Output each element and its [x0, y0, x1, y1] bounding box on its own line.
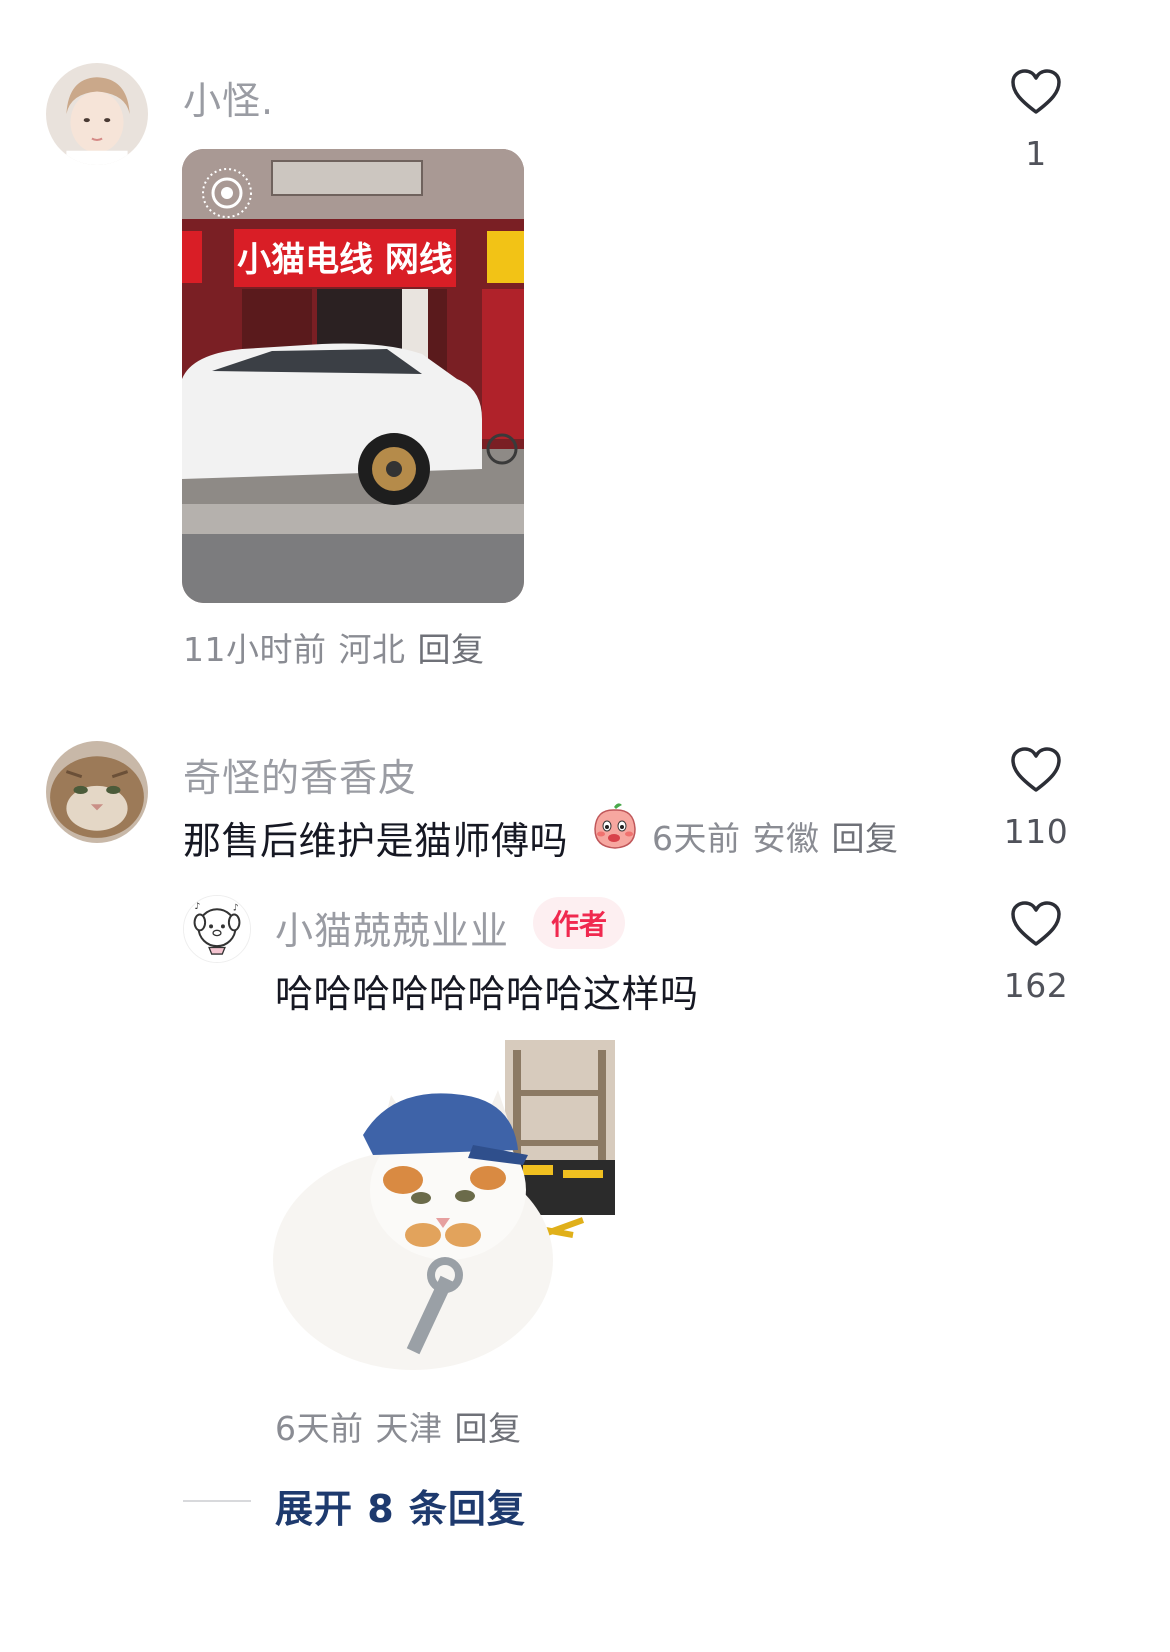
- reply-button[interactable]: 回复: [455, 1409, 522, 1448]
- comment-location: 安徽: [752, 819, 820, 858]
- like-count: 162: [1003, 966, 1069, 1005]
- reply-button[interactable]: 回复: [418, 630, 485, 669]
- reply-button[interactable]: 回复: [832, 819, 899, 858]
- expand-divider: [183, 1500, 251, 1502]
- reply-meta: 6天前 天津 回复: [275, 1402, 534, 1450]
- comment-location: 河北: [338, 630, 406, 669]
- reply-sticker-image[interactable]: [273, 1040, 615, 1385]
- heart-icon[interactable]: [981, 900, 1091, 948]
- reply-location: 天津: [375, 1409, 443, 1448]
- avatar-user-1[interactable]: [46, 63, 148, 165]
- svg-text:♪: ♪: [195, 901, 201, 912]
- comment-body: 那售后维护是猫师傅吗: [183, 819, 569, 863]
- username[interactable]: 小猫兢兢业业: [275, 900, 509, 955]
- like-count: 1: [1025, 134, 1047, 173]
- svg-text:♪: ♪: [233, 903, 239, 914]
- like-count: 110: [1003, 812, 1069, 851]
- author-badge: 作者: [533, 897, 626, 949]
- blushing-peach-emoji: [592, 801, 638, 851]
- comment-text: 那售后维护是猫师傅吗: [183, 810, 568, 865]
- comment-time: 11小时前: [183, 630, 327, 669]
- comment-time: 6天前: [652, 819, 741, 858]
- like-button[interactable]: 1: [981, 68, 1091, 173]
- avatar-user-2[interactable]: [46, 741, 148, 843]
- expand-replies-button[interactable]: 展开 8 条回复: [275, 1478, 526, 1533]
- comment-photo[interactable]: 小猫电线 网线: [182, 149, 524, 603]
- username[interactable]: 小怪.: [183, 70, 274, 125]
- shop-sign-text: 小猫电线 网线: [237, 240, 453, 280]
- like-button[interactable]: 162: [981, 900, 1091, 1005]
- reply-time: 6天前: [275, 1409, 364, 1448]
- heart-icon[interactable]: [981, 68, 1091, 116]
- avatar-author[interactable]: ♪ ♪: [183, 895, 251, 963]
- username[interactable]: 奇怪的香香皮: [183, 747, 417, 802]
- comment-text: 哈哈哈哈哈哈哈哈这样吗: [275, 972, 699, 1016]
- comment-meta: 6天前 安徽 回复: [652, 812, 911, 860]
- comment-meta: 11小时前 河北 回复: [183, 623, 497, 671]
- heart-icon[interactable]: [981, 746, 1091, 794]
- like-button[interactable]: 110: [981, 746, 1091, 851]
